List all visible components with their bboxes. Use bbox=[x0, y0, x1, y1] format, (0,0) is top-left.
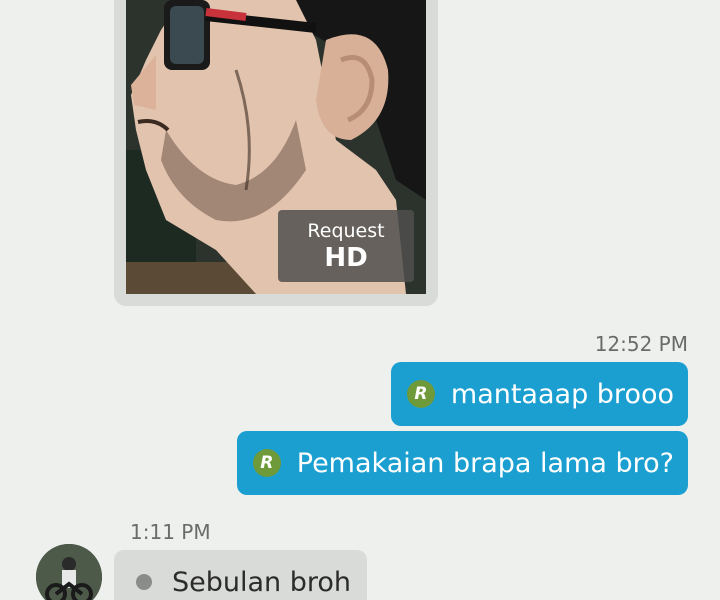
incoming-message-bubble[interactable]: Sebulan broh bbox=[114, 550, 368, 600]
request-hd-button[interactable]: Request HD bbox=[278, 210, 414, 282]
message-text: Pemakaian brapa lama bro? bbox=[296, 447, 674, 479]
photo-image[interactable]: Request HD bbox=[126, 0, 426, 294]
status-dot-icon bbox=[136, 574, 152, 590]
read-receipt-icon: R bbox=[252, 449, 281, 477]
request-hd-label: Request bbox=[307, 220, 385, 242]
hd-label: HD bbox=[324, 243, 368, 273]
message-text: mantaaap brooo bbox=[450, 378, 674, 410]
outgoing-timestamp: 12:52 PM bbox=[594, 332, 688, 356]
message-text: Sebulan broh bbox=[172, 566, 352, 598]
outgoing-message-bubble[interactable]: R Pemakaian brapa lama bro? bbox=[236, 431, 688, 495]
incoming-timestamp: 1:11 PM bbox=[130, 520, 211, 544]
outgoing-message-bubble[interactable]: R mantaaap brooo bbox=[390, 362, 688, 426]
incoming-photo-message[interactable]: Request HD bbox=[114, 0, 438, 306]
avatar-photo-icon bbox=[36, 544, 102, 600]
read-receipt-icon: R bbox=[406, 380, 435, 408]
contact-avatar[interactable] bbox=[36, 544, 102, 600]
chat-conversation: Request HD 12:52 PM R mantaaap brooo R P… bbox=[0, 0, 720, 600]
